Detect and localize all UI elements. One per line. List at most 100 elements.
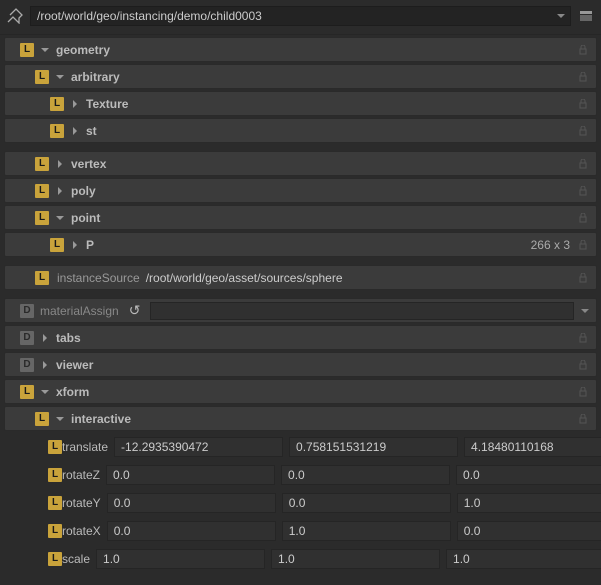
rotateZ-b-input[interactable] [281, 465, 450, 485]
param-label: rotateZ [62, 468, 106, 482]
rotateY-a-input[interactable] [107, 493, 276, 513]
attr-st[interactable]: L st [4, 118, 597, 143]
group-poly[interactable]: L poly [4, 178, 597, 203]
rotateY-b-input[interactable] [282, 493, 451, 513]
badge-L: L [35, 184, 49, 198]
translate-y-input[interactable] [289, 437, 458, 457]
lock-icon[interactable] [576, 206, 590, 229]
attr-instanceSource[interactable]: L instanceSource /root/world/geo/asset/s… [4, 265, 597, 290]
P-dims: 266 x 3 [531, 238, 570, 252]
badge-D: D [20, 304, 34, 318]
chevron-right-icon[interactable] [68, 97, 82, 111]
rotateX-b-input[interactable] [282, 521, 451, 541]
lock-icon[interactable] [576, 380, 590, 403]
lock-icon[interactable] [576, 65, 590, 88]
materialAssign-input[interactable] [150, 302, 574, 320]
group-label: vertex [71, 157, 106, 171]
lock-icon[interactable] [576, 326, 590, 349]
lock-icon[interactable] [576, 119, 590, 142]
group-arbitrary[interactable]: L arbitrary [4, 64, 597, 89]
chevron-down-icon[interactable] [38, 43, 52, 57]
chevron-right-icon[interactable] [68, 238, 82, 252]
param-label: rotateX [62, 524, 107, 538]
group-point[interactable]: L point [4, 205, 597, 230]
chevron-right-icon[interactable] [38, 331, 52, 345]
scale-a-input[interactable] [96, 549, 265, 569]
attr-P[interactable]: L P 266 x 3 [4, 232, 597, 257]
lock-icon[interactable] [576, 179, 590, 202]
lock-icon[interactable] [576, 266, 590, 289]
chevron-right-icon[interactable] [53, 157, 67, 171]
translate-z-input[interactable] [464, 437, 601, 457]
menu-icon[interactable] [577, 7, 595, 25]
topbar: /root/world/geo/instancing/demo/child000… [0, 0, 601, 35]
badge-L: L [50, 97, 64, 111]
scale-b-input[interactable] [271, 549, 440, 569]
rotateZ-c-input[interactable] [456, 465, 601, 485]
rotateX-a-input[interactable] [107, 521, 276, 541]
group-label: interactive [71, 412, 131, 426]
path-dropdown-icon[interactable] [552, 7, 570, 25]
badge-L: L [48, 496, 62, 510]
group-geometry[interactable]: L geometry [4, 37, 597, 62]
attr-label: st [86, 124, 97, 138]
rotateX-c-input[interactable] [457, 521, 601, 541]
scale-c-input[interactable] [446, 549, 601, 569]
badge-L: L [35, 157, 49, 171]
badge-L: L [35, 211, 49, 225]
group-label: viewer [56, 358, 93, 372]
attr-label: instanceSource [57, 271, 140, 285]
group-interactive[interactable]: L interactive [4, 406, 597, 431]
lock-icon[interactable] [576, 353, 590, 376]
chevron-down-icon[interactable] [38, 385, 52, 399]
path-input[interactable]: /root/world/geo/instancing/demo/child000… [30, 6, 571, 26]
translate-x-input[interactable] [114, 437, 283, 457]
rotateY-c-input[interactable] [457, 493, 601, 513]
badge-L: L [48, 440, 62, 454]
attribute-panel: L geometry L arbitrary L Texture L st L … [0, 37, 601, 581]
badge-L: L [35, 271, 49, 285]
badge-L: L [48, 468, 62, 482]
param-label: translate [62, 440, 114, 454]
history-icon[interactable]: ↺ [129, 302, 141, 319]
group-xform[interactable]: L xform [4, 379, 597, 404]
badge-L: L [48, 524, 62, 538]
badge-L: L [50, 124, 64, 138]
param-rotateY: L rotateY [4, 490, 597, 515]
badge-L: L [35, 412, 49, 426]
group-label: xform [56, 385, 89, 399]
badge-L: L [35, 70, 49, 84]
attr-label: P [86, 238, 94, 252]
badge-D: D [20, 331, 34, 345]
group-label: geometry [56, 43, 110, 57]
param-rotateX: L rotateX [4, 518, 597, 543]
chevron-down-icon[interactable] [53, 70, 67, 84]
lock-icon[interactable] [576, 38, 590, 61]
group-label: arbitrary [71, 70, 120, 84]
pin-icon[interactable] [6, 7, 24, 25]
chevron-right-icon[interactable] [68, 124, 82, 138]
badge-L: L [48, 552, 62, 566]
chevron-down-icon[interactable] [53, 412, 67, 426]
param-scale: L scale [4, 546, 597, 571]
param-rotateZ: L rotateZ [4, 462, 597, 487]
lock-icon[interactable] [576, 233, 590, 256]
group-label: point [71, 211, 100, 225]
lock-icon[interactable] [576, 152, 590, 175]
group-label: tabs [56, 331, 81, 345]
chevron-right-icon[interactable] [38, 358, 52, 372]
path-text: /root/world/geo/instancing/demo/child000… [37, 9, 262, 23]
rotateZ-a-input[interactable] [106, 465, 275, 485]
group-tabs[interactable]: D tabs [4, 325, 597, 350]
attr-materialAssign: D materialAssign ↺ [4, 298, 597, 323]
attr-texture[interactable]: L Texture [4, 91, 597, 116]
group-viewer[interactable]: D viewer [4, 352, 597, 377]
dropdown-icon[interactable] [580, 306, 590, 316]
attr-label: materialAssign [40, 304, 119, 318]
chevron-down-icon[interactable] [53, 211, 67, 225]
badge-L: L [20, 385, 34, 399]
group-vertex[interactable]: L vertex [4, 151, 597, 176]
lock-icon[interactable] [576, 407, 590, 430]
lock-icon[interactable] [576, 92, 590, 115]
chevron-right-icon[interactable] [53, 184, 67, 198]
